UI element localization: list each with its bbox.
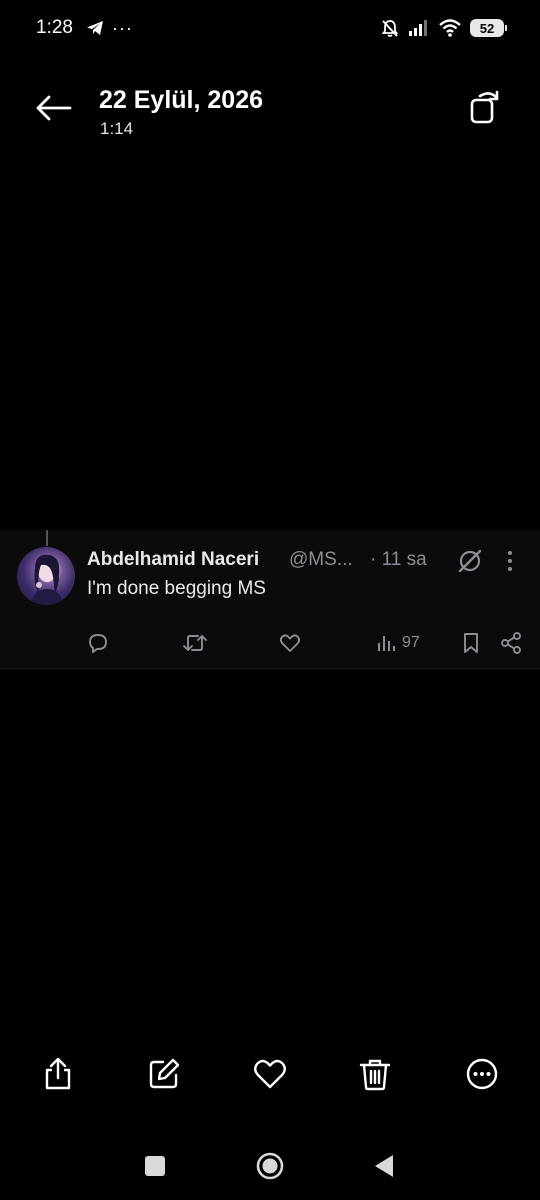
- like-button[interactable]: [278, 631, 302, 655]
- home-button[interactable]: [255, 1151, 285, 1181]
- status-time: 1:28: [36, 17, 73, 38]
- like-icon: [279, 634, 301, 652]
- muted-bell-icon: [380, 18, 400, 38]
- toolbar-more-button[interactable]: [464, 1056, 500, 1092]
- grok-button[interactable]: [456, 547, 484, 575]
- telegram-icon: [86, 20, 104, 36]
- status-left-icons: ···: [86, 16, 133, 40]
- share-button[interactable]: [499, 631, 523, 655]
- more-circle-icon: [466, 1058, 498, 1090]
- tweet-author-handle[interactable]: @MS...: [289, 548, 353, 572]
- rotate-button[interactable]: [466, 88, 504, 126]
- thread-line: [46, 530, 48, 546]
- back-triangle-icon: [375, 1155, 393, 1177]
- tweet-timestamp: · 11 sa: [370, 549, 427, 570]
- share-icon: [45, 1057, 71, 1090]
- bookmark-button[interactable]: [460, 631, 482, 655]
- retweet-button[interactable]: [182, 631, 208, 655]
- views-icon: [378, 636, 395, 651]
- reply-icon: [89, 634, 107, 653]
- toolbar-share-button[interactable]: [40, 1056, 76, 1092]
- system-back-button[interactable]: [372, 1153, 396, 1179]
- bookmark-icon: [464, 633, 478, 653]
- recents-button[interactable]: [145, 1156, 165, 1176]
- edit-icon: [149, 1058, 180, 1089]
- reply-button[interactable]: [86, 631, 110, 655]
- tweet-text: I'm done begging MS: [87, 578, 266, 599]
- back-button[interactable]: [34, 88, 74, 128]
- toolbar-delete-button[interactable]: [357, 1056, 393, 1092]
- grok-icon: [458, 549, 482, 573]
- tweet-more-button[interactable]: [500, 547, 520, 575]
- avatar[interactable]: [17, 547, 75, 605]
- share-icon: [501, 632, 521, 654]
- back-arrow-icon: [36, 95, 72, 121]
- battery-icon: 52: [470, 19, 507, 37]
- retweet-icon: [183, 635, 207, 651]
- views-count: 97: [402, 634, 420, 651]
- tweet-author-name[interactable]: Abdelhamid Naceri: [87, 548, 259, 572]
- toolbar-like-button[interactable]: [252, 1056, 288, 1092]
- trash-icon: [359, 1059, 391, 1091]
- page-title-date: 22 Eylül, 2026: [99, 86, 264, 114]
- heart-icon: [254, 1059, 286, 1089]
- more-dots: ···: [112, 18, 133, 38]
- views-button[interactable]: 97: [376, 631, 420, 655]
- more-vertical-icon: [508, 551, 512, 571]
- home-circle-icon: [256, 1152, 284, 1180]
- toolbar-edit-button[interactable]: [146, 1056, 182, 1092]
- wifi-icon: [438, 18, 462, 38]
- signal-icon: [408, 19, 430, 37]
- page-subtitle-time: 1:14: [100, 119, 134, 138]
- rotate-screen-icon: [470, 90, 499, 124]
- status-right-icons: 52: [380, 16, 507, 40]
